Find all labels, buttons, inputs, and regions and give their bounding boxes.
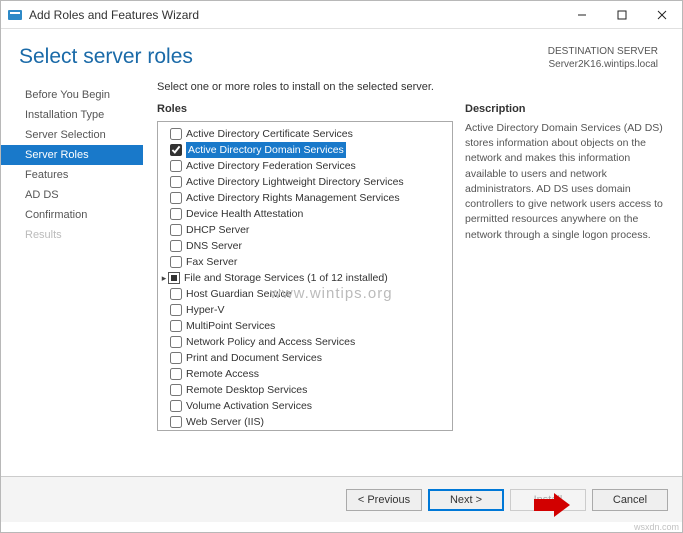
description-text: Active Directory Domain Services (AD DS)… (465, 121, 672, 243)
credit-text: wsxdn.com (634, 522, 679, 532)
role-checkbox[interactable] (170, 128, 182, 140)
role-label: MultiPoint Services (186, 318, 275, 334)
role-checkbox[interactable] (170, 208, 182, 220)
role-checkbox[interactable] (170, 240, 182, 252)
role-row[interactable]: DNS Server (160, 238, 450, 254)
role-label: Active Directory Certificate Services (186, 126, 353, 142)
role-checkbox[interactable] (168, 272, 180, 284)
role-checkbox[interactable] (170, 144, 182, 156)
roles-listbox[interactable]: Active Directory Certificate ServicesAct… (157, 121, 453, 431)
role-label: Remote Desktop Services (186, 382, 307, 398)
main-panel: Select one or more roles to install on t… (143, 81, 682, 476)
role-checkbox[interactable] (170, 416, 182, 428)
install-button: Install (510, 489, 586, 511)
role-row[interactable]: ▸ File and Storage Services (1 of 12 inst… (160, 270, 450, 286)
sidebar-item[interactable]: Features (1, 165, 143, 185)
expand-icon[interactable]: ▸ (160, 270, 168, 286)
role-label: Fax Server (186, 254, 237, 270)
role-label: Volume Activation Services (186, 398, 312, 414)
role-checkbox[interactable] (170, 368, 182, 380)
role-label: Active Directory Domain Services (186, 142, 346, 158)
close-button[interactable] (642, 1, 682, 28)
role-row[interactable]: Remote Access (160, 366, 450, 382)
sidebar-item: Results (1, 225, 143, 245)
role-checkbox[interactable] (170, 400, 182, 412)
role-label: Device Health Attestation (186, 206, 303, 222)
role-checkbox[interactable] (170, 352, 182, 364)
page-title: Select server roles (19, 45, 193, 71)
roles-label: Roles (157, 103, 453, 115)
window-title: Add Roles and Features Wizard (29, 8, 562, 22)
description-label: Description (465, 103, 672, 115)
window-controls (562, 1, 682, 28)
role-row[interactable]: Windows Deployment Services (160, 430, 450, 431)
role-row[interactable]: Volume Activation Services (160, 398, 450, 414)
role-label: Active Directory Lightweight Directory S… (186, 174, 404, 190)
role-row[interactable]: Active Directory Federation Services (160, 158, 450, 174)
role-label: Windows Deployment Services (186, 430, 331, 431)
role-checkbox[interactable] (170, 160, 182, 172)
role-label: Print and Document Services (186, 350, 322, 366)
role-row[interactable]: Active Directory Lightweight Directory S… (160, 174, 450, 190)
role-checkbox[interactable] (170, 192, 182, 204)
role-row[interactable]: Remote Desktop Services (160, 382, 450, 398)
role-label: Remote Access (186, 366, 259, 382)
role-row[interactable]: Fax Server (160, 254, 450, 270)
description-column: Description Active Directory Domain Serv… (465, 103, 672, 476)
role-row[interactable]: Print and Document Services (160, 350, 450, 366)
role-row[interactable]: Active Directory Rights Management Servi… (160, 190, 450, 206)
role-label: Active Directory Federation Services (186, 158, 356, 174)
role-checkbox[interactable] (170, 256, 182, 268)
role-checkbox[interactable] (170, 224, 182, 236)
previous-button[interactable]: < Previous (346, 489, 422, 511)
wizard-header: Select server roles DESTINATION SERVER S… (1, 29, 682, 81)
sidebar-item[interactable]: Server Roles (1, 145, 143, 165)
role-row[interactable]: Web Server (IIS) (160, 414, 450, 430)
app-icon (7, 7, 23, 23)
role-checkbox[interactable] (170, 336, 182, 348)
titlebar: Add Roles and Features Wizard (1, 1, 682, 29)
role-row[interactable]: MultiPoint Services (160, 318, 450, 334)
role-checkbox[interactable] (170, 176, 182, 188)
role-row[interactable]: Active Directory Domain Services (160, 142, 450, 158)
role-row[interactable]: Host Guardian Service (160, 286, 450, 302)
role-label: Hyper-V (186, 302, 225, 318)
sidebar-nav: Before You BeginInstallation TypeServer … (1, 81, 143, 476)
role-label: Host Guardian Service (186, 286, 292, 302)
sidebar-item[interactable]: AD DS (1, 185, 143, 205)
destination-label: DESTINATION SERVER (548, 45, 658, 58)
instruction-text: Select one or more roles to install on t… (157, 81, 672, 93)
role-label: Active Directory Rights Management Servi… (186, 190, 400, 206)
next-button[interactable]: Next > (428, 489, 504, 511)
role-row[interactable]: Active Directory Certificate Services (160, 126, 450, 142)
role-checkbox[interactable] (170, 288, 182, 300)
minimize-button[interactable] (562, 1, 602, 28)
role-row[interactable]: Device Health Attestation (160, 206, 450, 222)
role-label: DHCP Server (186, 222, 249, 238)
role-label: Web Server (IIS) (186, 414, 264, 430)
role-label: File and Storage Services (1 of 12 insta… (184, 270, 388, 286)
destination-value: Server2K16.wintips.local (548, 58, 658, 71)
role-row[interactable]: Network Policy and Access Services (160, 334, 450, 350)
sidebar-item[interactable]: Server Selection (1, 125, 143, 145)
destination-server: DESTINATION SERVER Server2K16.wintips.lo… (548, 45, 658, 71)
roles-column: Roles Active Directory Certificate Servi… (157, 103, 453, 476)
cancel-button[interactable]: Cancel (592, 489, 668, 511)
role-row[interactable]: DHCP Server (160, 222, 450, 238)
role-label: DNS Server (186, 238, 242, 254)
role-label: Network Policy and Access Services (186, 334, 355, 350)
sidebar-item[interactable]: Confirmation (1, 205, 143, 225)
wizard-footer: < Previous Next > Install Cancel (1, 476, 682, 522)
maximize-button[interactable] (602, 1, 642, 28)
wizard-body: Before You BeginInstallation TypeServer … (1, 81, 682, 476)
role-checkbox[interactable] (170, 320, 182, 332)
sidebar-item[interactable]: Installation Type (1, 105, 143, 125)
role-row[interactable]: Hyper-V (160, 302, 450, 318)
role-checkbox[interactable] (170, 384, 182, 396)
role-checkbox[interactable] (170, 304, 182, 316)
sidebar-item[interactable]: Before You Begin (1, 85, 143, 105)
